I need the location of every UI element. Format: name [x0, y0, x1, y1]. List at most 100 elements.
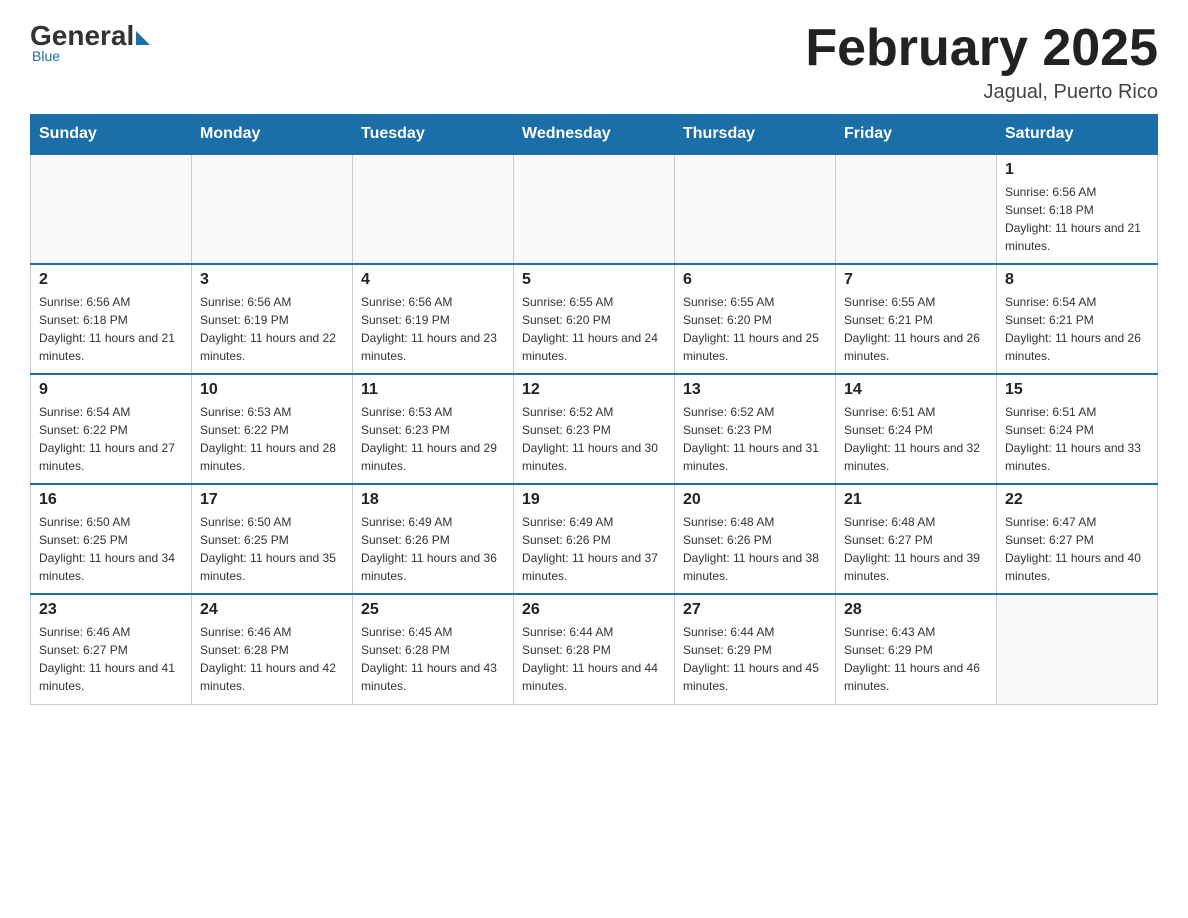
day-info: Sunrise: 6:51 AMSunset: 6:24 PMDaylight:… [1005, 403, 1149, 475]
day-number: 18 [361, 491, 505, 509]
calendar-cell: 21 Sunrise: 6:48 AMSunset: 6:27 PMDayligh… [836, 484, 997, 594]
day-info: Sunrise: 6:48 AMSunset: 6:26 PMDaylight:… [683, 513, 827, 585]
day-info: Sunrise: 6:52 AMSunset: 6:23 PMDaylight:… [522, 403, 666, 475]
day-number: 9 [39, 381, 183, 399]
calendar-cell: 28 Sunrise: 6:43 AMSunset: 6:29 PMDayligh… [836, 594, 997, 704]
day-info: Sunrise: 6:55 AMSunset: 6:20 PMDaylight:… [683, 293, 827, 365]
day-number: 1 [1005, 161, 1149, 179]
page-header: General Blue February 2025 Jagual, Puert… [30, 20, 1158, 104]
location: Jagual, Puerto Rico [805, 81, 1158, 104]
calendar-week-row: 23 Sunrise: 6:46 AMSunset: 6:27 PMDayligh… [31, 594, 1158, 704]
calendar-cell: 8 Sunrise: 6:54 AMSunset: 6:21 PMDaylight… [997, 264, 1158, 374]
day-info: Sunrise: 6:56 AMSunset: 6:19 PMDaylight:… [200, 293, 344, 365]
day-info: Sunrise: 6:43 AMSunset: 6:29 PMDaylight:… [844, 623, 988, 695]
day-number: 24 [200, 601, 344, 619]
calendar-cell [675, 154, 836, 264]
day-info: Sunrise: 6:56 AMSunset: 6:18 PMDaylight:… [39, 293, 183, 365]
calendar-table: SundayMondayTuesdayWednesdayThursdayFrid… [30, 114, 1158, 705]
day-info: Sunrise: 6:46 AMSunset: 6:27 PMDaylight:… [39, 623, 183, 695]
calendar-week-row: 9 Sunrise: 6:54 AMSunset: 6:22 PMDaylight… [31, 374, 1158, 484]
calendar-cell: 23 Sunrise: 6:46 AMSunset: 6:27 PMDayligh… [31, 594, 192, 704]
day-number: 26 [522, 601, 666, 619]
calendar-cell: 17 Sunrise: 6:50 AMSunset: 6:25 PMDayligh… [192, 484, 353, 594]
day-number: 6 [683, 271, 827, 289]
calendar-cell: 1 Sunrise: 6:56 AMSunset: 6:18 PMDaylight… [997, 154, 1158, 264]
day-number: 28 [844, 601, 988, 619]
calendar-cell: 6 Sunrise: 6:55 AMSunset: 6:20 PMDaylight… [675, 264, 836, 374]
calendar-week-row: 1 Sunrise: 6:56 AMSunset: 6:18 PMDaylight… [31, 154, 1158, 264]
day-number: 21 [844, 491, 988, 509]
calendar-cell: 24Sunrise: 6:46 AMSunset: 6:28 PMDayligh… [192, 594, 353, 704]
calendar-cell [836, 154, 997, 264]
day-number: 4 [361, 271, 505, 289]
logo-blue-text: Blue [32, 48, 60, 64]
logo-arrow-icon [136, 31, 150, 45]
day-info: Sunrise: 6:54 AMSunset: 6:22 PMDaylight:… [39, 403, 183, 475]
calendar-cell [997, 594, 1158, 704]
day-number: 17 [200, 491, 344, 509]
calendar-dow-sunday: Sunday [31, 115, 192, 155]
day-number: 25 [361, 601, 505, 619]
calendar-cell: 4 Sunrise: 6:56 AMSunset: 6:19 PMDaylight… [353, 264, 514, 374]
logo: General Blue [30, 20, 150, 64]
day-number: 2 [39, 271, 183, 289]
day-info: Sunrise: 6:45 AMSunset: 6:28 PMDaylight:… [361, 623, 505, 695]
calendar-week-row: 2 Sunrise: 6:56 AMSunset: 6:18 PMDaylight… [31, 264, 1158, 374]
calendar-cell: 22 Sunrise: 6:47 AMSunset: 6:27 PMDayligh… [997, 484, 1158, 594]
calendar-cell: 5Sunrise: 6:55 AMSunset: 6:20 PMDaylight… [514, 264, 675, 374]
calendar-cell: 19Sunrise: 6:49 AMSunset: 6:26 PMDayligh… [514, 484, 675, 594]
day-number: 3 [200, 271, 344, 289]
day-info: Sunrise: 6:55 AMSunset: 6:20 PMDaylight:… [522, 293, 666, 365]
calendar-cell: 11 Sunrise: 6:53 AMSunset: 6:23 PMDayligh… [353, 374, 514, 484]
calendar-cell [514, 154, 675, 264]
day-number: 14 [844, 381, 988, 399]
day-info: Sunrise: 6:54 AMSunset: 6:21 PMDaylight:… [1005, 293, 1149, 365]
day-number: 20 [683, 491, 827, 509]
month-title: February 2025 [805, 20, 1158, 77]
calendar-cell: 20 Sunrise: 6:48 AMSunset: 6:26 PMDayligh… [675, 484, 836, 594]
day-info: Sunrise: 6:44 AMSunset: 6:29 PMDaylight:… [683, 623, 827, 695]
day-number: 11 [361, 381, 505, 399]
day-number: 23 [39, 601, 183, 619]
calendar-cell: 9 Sunrise: 6:54 AMSunset: 6:22 PMDaylight… [31, 374, 192, 484]
calendar-cell: 14 Sunrise: 6:51 AMSunset: 6:24 PMDayligh… [836, 374, 997, 484]
calendar-cell [31, 154, 192, 264]
day-info: Sunrise: 6:56 AMSunset: 6:18 PMDaylight:… [1005, 183, 1149, 255]
calendar-cell: 12 Sunrise: 6:52 AMSunset: 6:23 PMDayligh… [514, 374, 675, 484]
calendar-cell [192, 154, 353, 264]
day-number: 22 [1005, 491, 1149, 509]
day-info: Sunrise: 6:56 AMSunset: 6:19 PMDaylight:… [361, 293, 505, 365]
day-info: Sunrise: 6:48 AMSunset: 6:27 PMDaylight:… [844, 513, 988, 585]
day-number: 8 [1005, 271, 1149, 289]
day-number: 12 [522, 381, 666, 399]
calendar-cell: 18Sunrise: 6:49 AMSunset: 6:26 PMDayligh… [353, 484, 514, 594]
calendar-cell: 15 Sunrise: 6:51 AMSunset: 6:24 PMDayligh… [997, 374, 1158, 484]
calendar-cell: 26 Sunrise: 6:44 AMSunset: 6:28 PMDayligh… [514, 594, 675, 704]
day-info: Sunrise: 6:51 AMSunset: 6:24 PMDaylight:… [844, 403, 988, 475]
day-number: 10 [200, 381, 344, 399]
calendar-cell: 3 Sunrise: 6:56 AMSunset: 6:19 PMDaylight… [192, 264, 353, 374]
calendar-header-row: SundayMondayTuesdayWednesdayThursdayFrid… [31, 115, 1158, 155]
calendar-cell [353, 154, 514, 264]
calendar-cell: 16Sunrise: 6:50 AMSunset: 6:25 PMDayligh… [31, 484, 192, 594]
calendar-dow-thursday: Thursday [675, 115, 836, 155]
day-info: Sunrise: 6:50 AMSunset: 6:25 PMDaylight:… [39, 513, 183, 585]
calendar-cell: 2 Sunrise: 6:56 AMSunset: 6:18 PMDaylight… [31, 264, 192, 374]
day-info: Sunrise: 6:53 AMSunset: 6:22 PMDaylight:… [200, 403, 344, 475]
day-number: 19 [522, 491, 666, 509]
day-info: Sunrise: 6:55 AMSunset: 6:21 PMDaylight:… [844, 293, 988, 365]
day-info: Sunrise: 6:47 AMSunset: 6:27 PMDaylight:… [1005, 513, 1149, 585]
day-info: Sunrise: 6:53 AMSunset: 6:23 PMDaylight:… [361, 403, 505, 475]
calendar-cell: 10 Sunrise: 6:53 AMSunset: 6:22 PMDayligh… [192, 374, 353, 484]
calendar-cell: 13Sunrise: 6:52 AMSunset: 6:23 PMDayligh… [675, 374, 836, 484]
calendar-week-row: 16Sunrise: 6:50 AMSunset: 6:25 PMDayligh… [31, 484, 1158, 594]
day-info: Sunrise: 6:50 AMSunset: 6:25 PMDaylight:… [200, 513, 344, 585]
calendar-dow-friday: Friday [836, 115, 997, 155]
day-number: 27 [683, 601, 827, 619]
calendar-dow-wednesday: Wednesday [514, 115, 675, 155]
day-info: Sunrise: 6:44 AMSunset: 6:28 PMDaylight:… [522, 623, 666, 695]
calendar-cell: 7Sunrise: 6:55 AMSunset: 6:21 PMDaylight… [836, 264, 997, 374]
day-number: 15 [1005, 381, 1149, 399]
day-info: Sunrise: 6:52 AMSunset: 6:23 PMDaylight:… [683, 403, 827, 475]
calendar-dow-tuesday: Tuesday [353, 115, 514, 155]
